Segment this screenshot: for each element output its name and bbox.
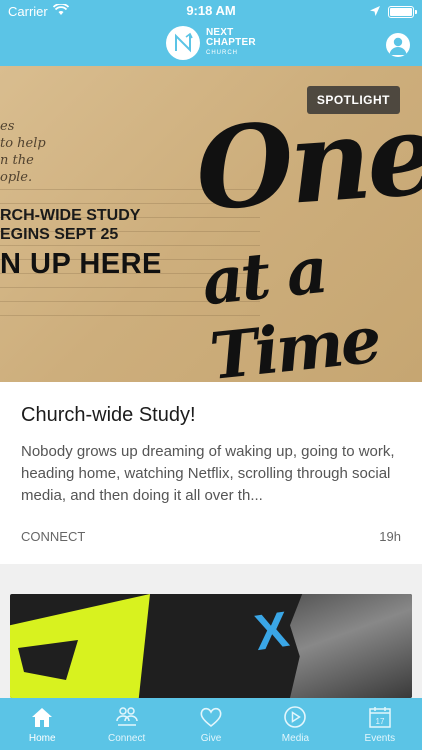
logo-mark-icon: [166, 26, 200, 60]
content-feed[interactable]: es to help n the ople. RCH-WIDE STUDY EG…: [0, 66, 422, 698]
church-logo[interactable]: NEXT CHAPTER CHURCH: [166, 26, 256, 60]
graphic-word-at-a-time: at a Time: [198, 232, 382, 382]
signup-text: N UP HERE: [0, 248, 162, 280]
people-icon: [115, 707, 138, 726]
tab-events[interactable]: 17 Events: [338, 698, 422, 750]
app-header: Carrier 9:18 AM NEXT CHAPTER CHURCH: [0, 0, 422, 66]
card-timestamp: 19h: [379, 529, 401, 544]
card-category: CONNECT: [21, 529, 86, 544]
second-card-image[interactable]: X: [10, 594, 412, 698]
handwritten-note: es to help n the ople.: [0, 119, 46, 185]
profile-button[interactable]: [386, 33, 410, 57]
card-title: Church-wide Study!: [21, 404, 196, 426]
user-icon: [389, 37, 407, 55]
card-description: Nobody grows up dreaming of waking up, g…: [21, 443, 395, 504]
photo-collage: [290, 594, 412, 698]
status-bar: Carrier 9:18 AM: [0, 0, 422, 22]
tab-connect[interactable]: Connect: [84, 698, 168, 750]
tab-label: Connect: [107, 733, 146, 744]
tab-label: Events: [364, 733, 396, 744]
home-icon: [32, 708, 53, 727]
graphic-x-mark: X: [251, 600, 293, 662]
tab-label: Media: [281, 733, 310, 744]
tab-home[interactable]: Home: [0, 698, 84, 750]
svg-text:17: 17: [375, 717, 384, 726]
play-icon: [284, 706, 307, 728]
study-text: RCH-WIDE STUDY EGINS SEPT 25: [0, 207, 141, 243]
tab-label: Give: [200, 733, 222, 744]
bottom-tab-bar: Home Connect Give Media 17 Events: [0, 698, 422, 750]
graphic-word-one: One: [191, 88, 422, 237]
spotlight-card[interactable]: es to help n the ople. RCH-WIDE STUDY EG…: [0, 66, 422, 564]
tab-give[interactable]: Give: [169, 698, 253, 750]
calendar-icon: 17: [369, 707, 391, 728]
tab-label: Home: [28, 733, 56, 744]
status-time: 9:18 AM: [186, 3, 236, 18]
logo-text: NEXT CHAPTER CHURCH: [206, 27, 256, 57]
tab-media[interactable]: Media: [253, 698, 337, 750]
location-arrow-icon: [370, 4, 380, 19]
card-footer: CONNECT 19h: [21, 529, 401, 544]
card-image: es to help n the ople. RCH-WIDE STUDY EG…: [0, 66, 422, 382]
battery-icon: [388, 5, 417, 18]
card-body: Church-wide Study! Nobody grows up dream…: [0, 382, 422, 564]
spotlight-badge: SPOTLIGHT: [306, 86, 400, 114]
heart-icon: [200, 707, 222, 728]
